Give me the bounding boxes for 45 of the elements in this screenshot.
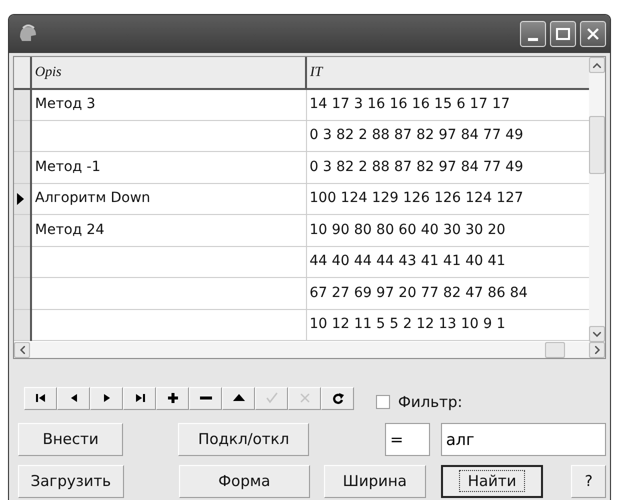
- minimize-button[interactable]: [520, 21, 546, 47]
- row-indicator[interactable]: [14, 183, 31, 214]
- add-button[interactable]: Внести: [18, 422, 124, 456]
- table-cell: Метод 24: [31, 214, 306, 246]
- find-button[interactable]: Найти: [440, 464, 544, 498]
- navigator-button[interactable]: [189, 386, 222, 410]
- filter-label: Фильтр:: [398, 392, 462, 413]
- table-cell: Алгоритм Down: [31, 183, 306, 214]
- column-header[interactable]: IT: [306, 57, 589, 88]
- cross-icon: [298, 391, 312, 406]
- column-header[interactable]: Opis: [31, 57, 306, 88]
- checkmark-icon: [264, 391, 278, 406]
- table-cell: Метод 3: [31, 88, 306, 120]
- operator-field[interactable]: =: [385, 422, 430, 456]
- scroll-down-button[interactable]: [589, 326, 605, 342]
- form-button[interactable]: Форма: [178, 464, 310, 498]
- scroll-thumb[interactable]: [545, 342, 565, 358]
- vertical-scrollbar[interactable]: [589, 57, 605, 342]
- width-button[interactable]: Ширина: [324, 464, 426, 498]
- maximize-icon: [556, 28, 570, 40]
- scroll-right-button[interactable]: [589, 342, 605, 358]
- close-button[interactable]: [580, 21, 606, 47]
- navigator-button[interactable]: [24, 386, 57, 410]
- navigator-button[interactable]: [156, 386, 189, 410]
- refresh-icon: [330, 391, 344, 406]
- horizontal-scrollbar[interactable]: [14, 342, 605, 358]
- table-cell: Метод -1: [31, 152, 306, 183]
- minimize-icon: [528, 38, 538, 42]
- scroll-thumb[interactable]: [589, 116, 605, 174]
- navigator-button[interactable]: [123, 386, 156, 410]
- connect-button[interactable]: Подкл/откл: [178, 422, 309, 456]
- row-indicator[interactable]: [14, 57, 31, 88]
- scroll-up-button[interactable]: [589, 57, 605, 73]
- close-icon: [586, 27, 600, 41]
- help-button[interactable]: ?: [571, 464, 606, 498]
- navigator-button[interactable]: [321, 386, 354, 410]
- filter-checkbox[interactable]: [376, 395, 390, 410]
- load-button[interactable]: Загрузить: [18, 464, 124, 498]
- search-field[interactable]: алг: [441, 422, 606, 456]
- plus-icon: [166, 391, 180, 406]
- scroll-left-button[interactable]: [14, 342, 30, 358]
- navigator-button[interactable]: [57, 386, 90, 410]
- maximize-button[interactable]: [550, 21, 576, 47]
- navigator-button[interactable]: [90, 386, 123, 410]
- navigator-button[interactable]: [222, 386, 255, 410]
